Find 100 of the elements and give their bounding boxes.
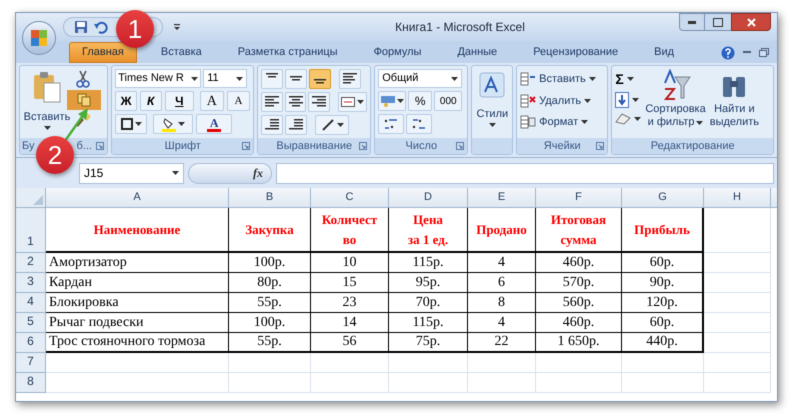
restore-icon[interactable]: [759, 48, 769, 57]
decrease-indent-button[interactable]: [261, 115, 284, 135]
vertical-align-button[interactable]: [285, 69, 308, 89]
empty-cell[interactable]: [704, 208, 771, 253]
align-left-button[interactable]: [261, 92, 283, 112]
ribbon-tab[interactable]: Вид: [642, 42, 686, 63]
column-header[interactable]: A: [46, 188, 229, 207]
empty-cell[interactable]: [389, 373, 468, 393]
align-right-button[interactable]: [308, 92, 330, 112]
column-header[interactable]: E: [468, 188, 536, 207]
empty-cell[interactable]: [229, 353, 311, 373]
percent-button[interactable]: %: [408, 91, 432, 111]
empty-cell[interactable]: [704, 253, 771, 273]
empty-cell[interactable]: [536, 373, 622, 393]
cells-menu-button[interactable]: Удалить: [520, 92, 604, 109]
ribbon-tab[interactable]: Рецензирование: [521, 42, 630, 63]
dialog-launcher-icon[interactable]: [596, 142, 604, 150]
row-header[interactable]: 3: [16, 273, 46, 293]
empty-cell[interactable]: [704, 293, 771, 313]
column-header[interactable]: B: [229, 188, 311, 207]
row-header[interactable]: 7: [16, 353, 46, 373]
column-header[interactable]: C: [311, 188, 389, 207]
name-box[interactable]: J15: [79, 162, 184, 184]
empty-cell[interactable]: [468, 373, 536, 393]
styles-button[interactable]: Стили: [475, 69, 510, 126]
orientation-button[interactable]: [315, 115, 350, 135]
dialog-launcher-icon[interactable]: [96, 142, 104, 150]
row-header[interactable]: 4: [16, 293, 46, 313]
close-button[interactable]: [731, 13, 771, 31]
paste-button[interactable]: Вставить: [23, 69, 71, 130]
empty-cell[interactable]: [704, 313, 771, 333]
formula-input[interactable]: [276, 162, 774, 184]
insert-function-button[interactable]: fx: [188, 162, 272, 184]
clear-button[interactable]: [615, 113, 642, 125]
undo-icon[interactable]: [94, 20, 108, 34]
align-center-button[interactable]: [284, 92, 306, 112]
minimize-button[interactable]: [679, 13, 705, 31]
customize-toolbar-icon[interactable]: [173, 23, 181, 31]
fill-color-button[interactable]: [153, 114, 194, 134]
empty-cell[interactable]: [622, 353, 704, 373]
empty-cell[interactable]: [536, 353, 622, 373]
dialog-launcher-icon[interactable]: [242, 142, 250, 150]
fill-button[interactable]: [615, 92, 642, 108]
column-header[interactable]: D: [389, 188, 468, 207]
row-header[interactable]: 1: [16, 208, 46, 253]
italic-button[interactable]: К: [140, 91, 162, 111]
table-cell: 14: [311, 313, 389, 333]
row-header[interactable]: 5: [16, 313, 46, 333]
copy-button[interactable]: [67, 90, 101, 110]
row-header[interactable]: 6: [16, 333, 46, 353]
empty-cell[interactable]: [704, 333, 771, 353]
number-format-field[interactable]: Общий: [378, 69, 462, 88]
grow-font-button[interactable]: A: [200, 91, 224, 111]
underline-button[interactable]: Ч: [164, 91, 194, 111]
shrink-font-button[interactable]: A: [226, 91, 250, 111]
empty-cell[interactable]: [704, 373, 771, 393]
minimize-ribbon-icon[interactable]: [743, 51, 751, 54]
scissors-icon[interactable]: [75, 70, 91, 88]
ribbon-tab[interactable]: Разметка страницы: [226, 42, 350, 63]
empty-cell[interactable]: [311, 373, 389, 393]
ribbon-tab[interactable]: Данные: [445, 42, 510, 63]
empty-cell[interactable]: [389, 353, 468, 373]
decrease-decimal-button[interactable]: [406, 114, 432, 134]
increase-decimal-button[interactable]: [378, 114, 404, 134]
empty-cell[interactable]: [468, 353, 536, 373]
font-color-button[interactable]: A: [196, 114, 232, 134]
vertical-align-button[interactable]: [261, 69, 284, 89]
maximize-button[interactable]: [705, 13, 731, 31]
font-size-field[interactable]: 11: [203, 69, 248, 88]
help-icon[interactable]: [721, 46, 735, 60]
column-header[interactable]: G: [622, 188, 704, 207]
row-header[interactable]: 2: [16, 253, 46, 273]
column-header[interactable]: F: [536, 188, 622, 207]
merge-cells-button[interactable]: [338, 92, 368, 112]
currency-button[interactable]: [378, 91, 406, 111]
dialog-launcher-icon[interactable]: [359, 142, 368, 150]
wrap-text-button[interactable]: [339, 69, 362, 89]
autosum-button[interactable]: Σ: [615, 71, 642, 87]
row-header[interactable]: 8: [16, 373, 46, 393]
office-button[interactable]: [22, 21, 56, 55]
empty-cell[interactable]: [622, 373, 704, 393]
dialog-launcher-icon[interactable]: [456, 142, 464, 150]
thousands-button[interactable]: 000: [434, 91, 462, 111]
vertical-align-button[interactable]: [309, 69, 332, 89]
empty-cell[interactable]: [229, 373, 311, 393]
cells-menu-button[interactable]: Формат: [520, 114, 604, 130]
find-select-button[interactable]: Найти и выделить: [710, 69, 759, 129]
increase-indent-button[interactable]: [285, 115, 308, 135]
borders-button[interactable]: [115, 114, 148, 134]
sort-filter-button[interactable]: Сортировка и фильтр: [645, 69, 706, 129]
empty-cell[interactable]: [704, 353, 771, 373]
ribbon-tab[interactable]: Формулы: [362, 42, 434, 63]
cells-menu-button[interactable]: Вставить: [520, 71, 604, 88]
empty-cell[interactable]: [311, 353, 389, 373]
font-name-field[interactable]: Times New R: [115, 69, 202, 88]
bold-button[interactable]: Ж: [115, 91, 137, 111]
column-header[interactable]: H: [704, 188, 771, 207]
save-icon[interactable]: [74, 20, 88, 34]
empty-cell[interactable]: [704, 273, 771, 293]
ribbon-tab[interactable]: Главная: [69, 42, 137, 63]
